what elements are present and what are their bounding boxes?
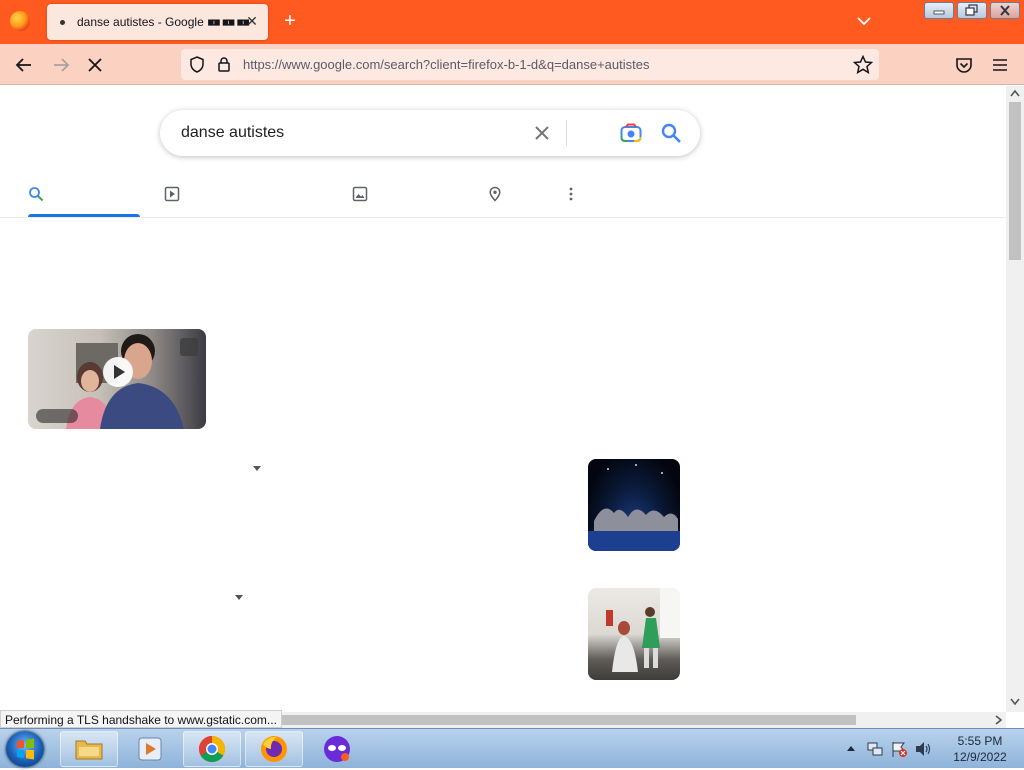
scroll-down-arrow-icon[interactable] [1010, 698, 1020, 706]
list-all-tabs-chevron-icon[interactable] [856, 13, 872, 29]
taskbar-chrome[interactable] [183, 731, 241, 767]
more-vert-icon[interactable] [563, 186, 579, 202]
tab-title-text: danse autistes - Google [77, 15, 204, 29]
firefox-icon [261, 736, 287, 762]
firefox-menu-icon[interactable] [10, 11, 30, 31]
show-hidden-icons-icon[interactable] [846, 744, 856, 752]
mask-icon [324, 736, 350, 762]
dance-stage-image-thumbnail[interactable] [588, 459, 680, 551]
play-button-icon[interactable] [103, 357, 133, 387]
stop-x-icon [88, 58, 102, 72]
map-pin-icon[interactable] [487, 186, 503, 202]
stage-dancers-image [588, 464, 680, 551]
clock-date: 12/9/2022 [953, 750, 1007, 764]
back-arrow-icon [15, 58, 31, 72]
tab-loading-dot-icon [60, 20, 65, 25]
studio-dancers-image [606, 588, 680, 672]
navigation-toolbar: https://www.google.com/search?client=fir… [0, 44, 1024, 85]
folder-icon [75, 740, 103, 760]
window-controls [924, 2, 1020, 19]
browser-tab-active[interactable]: danse autistes - Google 🀰🀰🀰 ✕ [47, 4, 268, 40]
clock-time: 5:55 PM [957, 734, 1003, 748]
horizontal-scroll-thumb[interactable] [276, 715, 856, 725]
pocket-button[interactable] [953, 54, 975, 76]
vertical-scroll-thumb[interactable] [1009, 102, 1021, 260]
address-bar[interactable]: https://www.google.com/search?client=fir… [181, 49, 879, 80]
app-menu-button[interactable] [989, 54, 1011, 76]
volume-icon[interactable] [914, 740, 932, 758]
taskbar-media-player[interactable] [121, 731, 179, 767]
minimize-button[interactable] [924, 2, 954, 19]
windows-logo-icon [17, 738, 34, 760]
search-icon[interactable] [28, 186, 44, 202]
dance-studio-image-thumbnail[interactable] [588, 588, 680, 680]
start-button[interactable] [6, 731, 44, 767]
tab-title: danse autistes - Google 🀰🀰🀰 [77, 15, 249, 29]
search-box[interactable]: danse autistes [160, 110, 700, 156]
video-duration-badge [36, 409, 78, 423]
windows-taskbar: 5:55 PM 12/9/2022 [0, 728, 1024, 768]
expand-video-icon[interactable] [180, 338, 198, 356]
network-icon[interactable] [866, 740, 884, 758]
close-window-button[interactable] [990, 2, 1020, 19]
tracking-protection-shield-icon[interactable] [189, 56, 205, 73]
new-tab-button[interactable]: + [280, 11, 300, 31]
search-tabs-row [0, 180, 1006, 218]
image-icon[interactable] [352, 186, 368, 202]
expand-result-caret-icon[interactable] [253, 466, 261, 471]
google-lens-camera-icon[interactable] [620, 123, 642, 143]
active-tab-indicator [28, 214, 140, 217]
taskbar-firefox[interactable] [245, 731, 303, 767]
video-icon[interactable] [164, 186, 180, 202]
media-player-icon [138, 737, 162, 761]
back-button[interactable] [13, 54, 35, 76]
stop-loading-button[interactable] [84, 54, 106, 76]
video-result-thumbnail[interactable] [28, 329, 206, 429]
scroll-right-arrow-icon[interactable] [994, 715, 1002, 725]
taskbar-file-explorer[interactable] [60, 731, 118, 767]
pocket-icon [956, 57, 972, 73]
hamburger-menu-icon [993, 59, 1007, 71]
google-results-page: danse autistes [0, 86, 1006, 712]
search-submit-icon[interactable] [660, 122, 682, 144]
bookmark-star-icon[interactable] [853, 55, 873, 74]
status-panel: Performing a TLS handshake to www.gstati… [0, 710, 282, 728]
vertical-scrollbar[interactable] [1006, 86, 1024, 712]
action-center-flag-icon[interactable] [890, 740, 908, 758]
taskbar-vpn-app[interactable] [308, 731, 366, 767]
searchbox-divider [566, 120, 567, 146]
lock-icon[interactable] [217, 56, 231, 72]
chrome-icon [198, 735, 226, 763]
url-text: https://www.google.com/search?client=fir… [243, 57, 650, 72]
clear-search-icon[interactable] [532, 123, 552, 143]
tab-close-button[interactable]: ✕ [244, 13, 260, 29]
forward-arrow-icon [54, 58, 70, 72]
tab-title-suffix: 🀰🀰🀰 [207, 18, 249, 29]
browser-tab-bar: danse autistes - Google 🀰🀰🀰 ✕ + [0, 0, 1024, 44]
taskbar-clock[interactable]: 5:55 PM 12/9/2022 [940, 733, 1020, 765]
scroll-up-arrow-icon[interactable] [1010, 89, 1020, 97]
restore-button[interactable] [957, 2, 987, 19]
expand-result-caret-icon-2[interactable] [235, 595, 243, 600]
horizontal-scrollbar[interactable] [276, 712, 1006, 728]
forward-button[interactable] [50, 54, 72, 76]
search-input[interactable]: danse autistes [181, 124, 284, 142]
